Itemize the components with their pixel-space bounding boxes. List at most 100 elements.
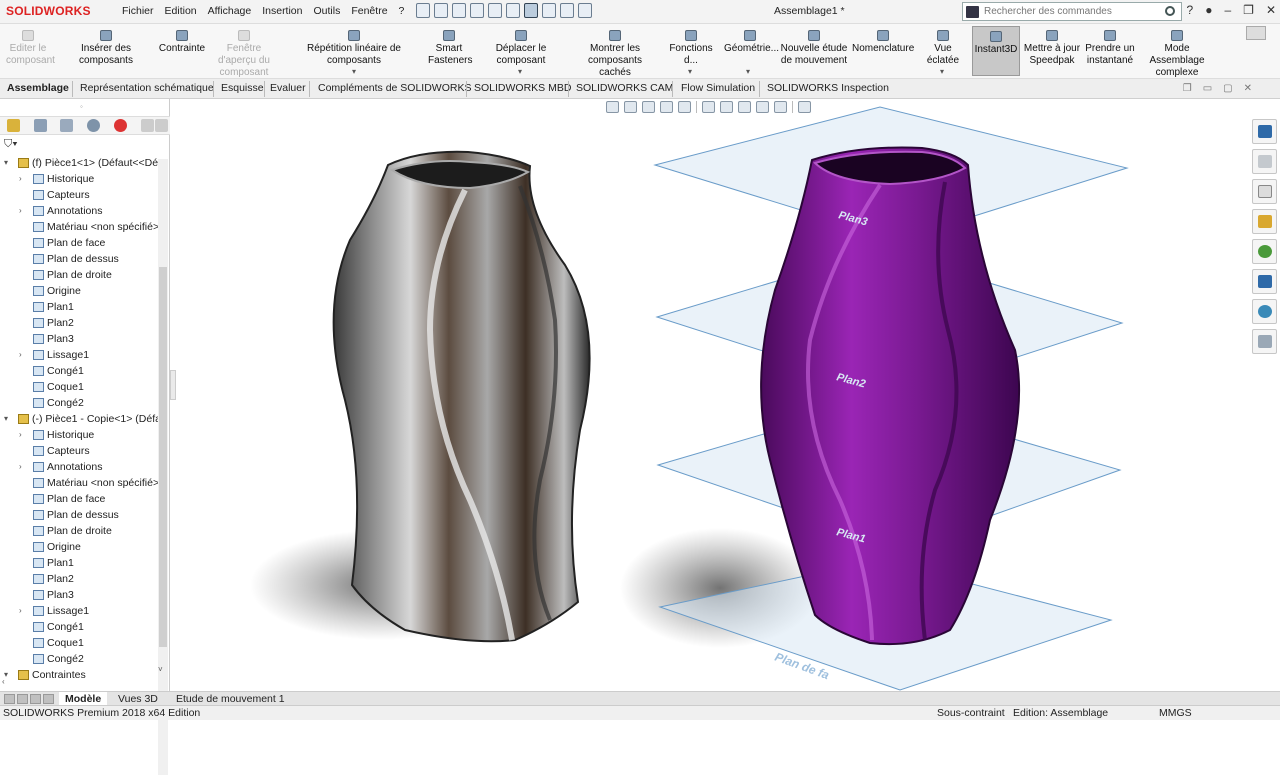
last-tab-icon[interactable] bbox=[43, 694, 54, 704]
tree-feature[interactable]: Plan1 bbox=[0, 299, 158, 315]
smart-fasteners-button[interactable]: Smart Fasteners bbox=[428, 30, 472, 67]
view-orientation-icon[interactable] bbox=[702, 101, 715, 113]
tree-feature[interactable]: Plan1 bbox=[0, 555, 158, 571]
display-style-icon[interactable] bbox=[720, 101, 733, 113]
tab-vues-3d[interactable]: Vues 3D bbox=[112, 692, 164, 706]
chevron-down-icon[interactable]: ▾ bbox=[518, 67, 522, 76]
scroll-left-icon[interactable]: ‹ bbox=[2, 677, 5, 686]
tree-feature[interactable]: › Lissage1 bbox=[0, 347, 158, 363]
tree-component[interactable]: ▾ (f) Pièce1<1> (Défaut<<Déf bbox=[0, 155, 158, 171]
feature-tree-icon[interactable] bbox=[7, 119, 20, 132]
expand-icon[interactable]: › bbox=[19, 347, 22, 363]
tree-component[interactable]: ▾ Contraintes bbox=[0, 667, 158, 683]
collapse-icon[interactable]: ▾ bbox=[4, 155, 8, 171]
close-icon[interactable]: ✕ bbox=[1244, 83, 1252, 94]
tree-feature[interactable]: Plan3 bbox=[0, 331, 158, 347]
tree-feature[interactable]: Congé1 bbox=[0, 619, 158, 635]
tree-feature[interactable]: Coque1 bbox=[0, 635, 158, 651]
zoom-to-fit-icon[interactable] bbox=[606, 101, 619, 113]
edit-appearance-icon[interactable] bbox=[756, 101, 769, 113]
home-icon[interactable] bbox=[416, 3, 430, 18]
menu-fichier[interactable]: Fichier bbox=[122, 5, 154, 17]
recovery-icon[interactable] bbox=[1252, 329, 1277, 354]
options-gear-icon[interactable] bbox=[578, 3, 592, 18]
move-component-button[interactable]: Déplacer le composant bbox=[474, 30, 568, 67]
solidworks-resources-icon[interactable] bbox=[1252, 119, 1277, 144]
tile-icon[interactable]: ❐ bbox=[1183, 83, 1192, 94]
bom-button[interactable]: Nomenclature bbox=[852, 30, 914, 55]
apply-scene-icon[interactable] bbox=[774, 101, 787, 113]
insert-components-button[interactable]: Insérer des composants bbox=[56, 30, 156, 67]
menu-outils[interactable]: Outils bbox=[314, 5, 341, 17]
menu-insertion[interactable]: Insertion bbox=[262, 5, 302, 17]
configuration-manager-icon[interactable] bbox=[60, 119, 73, 132]
tab-modele[interactable]: Modèle bbox=[59, 692, 108, 706]
linear-pattern-button[interactable]: Répétition linéaire de composants bbox=[284, 30, 424, 67]
tree-feature[interactable]: Plan2 bbox=[0, 571, 158, 587]
search-icon[interactable] bbox=[1165, 6, 1175, 16]
expand-icon[interactable]: › bbox=[19, 427, 22, 443]
tree-component[interactable]: ▾ (-) Pièce1 - Copie<1> (Défa bbox=[0, 411, 158, 427]
undo-icon[interactable] bbox=[506, 3, 520, 18]
display-manager-icon[interactable] bbox=[114, 119, 127, 132]
file-explorer-icon[interactable] bbox=[1252, 179, 1277, 204]
search-scope-icon[interactable] bbox=[966, 6, 979, 18]
prev-tab-icon[interactable] bbox=[17, 694, 28, 704]
previous-view-icon[interactable] bbox=[642, 101, 655, 113]
tab-evaluer[interactable]: Evaluer bbox=[270, 82, 306, 94]
tree-feature[interactable]: Plan de face bbox=[0, 491, 158, 507]
section-view-icon[interactable] bbox=[660, 101, 673, 113]
chevron-left-icon[interactable] bbox=[141, 119, 154, 132]
tree-feature[interactable]: Plan3 bbox=[0, 587, 158, 603]
tab-inspection[interactable]: SOLIDWORKS Inspection bbox=[767, 82, 889, 94]
tree-feature[interactable]: Matériau <non spécifié> bbox=[0, 475, 158, 491]
take-snapshot-button[interactable]: Prendre un instantané bbox=[1084, 30, 1136, 67]
chevron-down-icon[interactable]: ▾ bbox=[940, 67, 944, 76]
tab-representation-schematique[interactable]: Représentation schématique bbox=[80, 82, 214, 94]
tree-feature[interactable]: Congé1 bbox=[0, 363, 158, 379]
chevron-down-icon[interactable]: ▾ bbox=[746, 67, 750, 76]
dimxpert-icon[interactable] bbox=[87, 119, 100, 132]
traffic-light-icon[interactable] bbox=[542, 3, 556, 18]
expand-icon[interactable]: › bbox=[19, 459, 22, 475]
chevron-right-icon[interactable] bbox=[155, 119, 168, 132]
graphics-area[interactable]: Plan3 Plan2 Plan1 Plan de fa bbox=[176, 99, 1248, 691]
panel-handle-icon[interactable]: ◦ bbox=[80, 102, 83, 111]
tree-feature[interactable]: Plan de dessus bbox=[0, 507, 158, 523]
tab-complements[interactable]: Compléments de SOLIDWORKS bbox=[318, 82, 471, 94]
forum-icon[interactable] bbox=[1252, 299, 1277, 324]
zoom-to-area-icon[interactable] bbox=[624, 101, 637, 113]
expand-icon[interactable]: › bbox=[19, 171, 22, 187]
menu-edition[interactable]: Edition bbox=[165, 5, 197, 17]
status-units[interactable]: MMGS bbox=[1159, 707, 1192, 719]
tree-feature[interactable]: Plan de droite bbox=[0, 267, 158, 283]
menu-affichage[interactable]: Affichage bbox=[208, 5, 252, 17]
reference-geometry-button[interactable]: Géométrie... bbox=[724, 30, 779, 55]
tree-feature[interactable]: › Historique bbox=[0, 427, 158, 443]
first-tab-icon[interactable] bbox=[4, 694, 15, 704]
search-commands-input[interactable]: Rechercher des commandes bbox=[962, 2, 1182, 21]
tree-feature[interactable]: Capteurs bbox=[0, 187, 158, 203]
assembly-features-button[interactable]: Fonctions d... bbox=[662, 30, 720, 67]
next-tab-icon[interactable] bbox=[30, 694, 41, 704]
expand-icon[interactable]: › bbox=[19, 603, 22, 619]
view-palette-icon[interactable] bbox=[1252, 209, 1277, 234]
menu-fenetre[interactable]: Fenêtre bbox=[351, 5, 387, 17]
tree-feature[interactable]: › Lissage1 bbox=[0, 603, 158, 619]
tree-feature[interactable]: Origine bbox=[0, 283, 158, 299]
tab-assemblage[interactable]: Assemblage bbox=[7, 82, 69, 94]
instant3d-button[interactable]: Instant3D bbox=[972, 26, 1020, 76]
tab-motion-study[interactable]: Etude de mouvement 1 bbox=[170, 692, 291, 706]
filter-icon[interactable]: ⛉▾ bbox=[4, 138, 18, 151]
chrome-vase[interactable] bbox=[332, 150, 591, 643]
menu-help[interactable]: ? bbox=[399, 5, 405, 17]
tree-feature[interactable]: Plan de droite bbox=[0, 523, 158, 539]
new-motion-study-button[interactable]: Nouvelle étude de mouvement bbox=[780, 30, 848, 67]
exploded-view-button[interactable]: Vue éclatée bbox=[918, 30, 968, 67]
close-icon[interactable]: ✕ bbox=[1266, 3, 1276, 17]
large-assembly-mode-button[interactable]: Mode Assemblage complexe bbox=[1138, 30, 1216, 79]
copy-icon[interactable]: ▭ bbox=[1203, 83, 1212, 94]
tree-feature[interactable]: Plan de face bbox=[0, 235, 158, 251]
tree-feature[interactable]: Coque1 bbox=[0, 379, 158, 395]
edit-component-button[interactable]: Editer le composant bbox=[6, 30, 55, 67]
